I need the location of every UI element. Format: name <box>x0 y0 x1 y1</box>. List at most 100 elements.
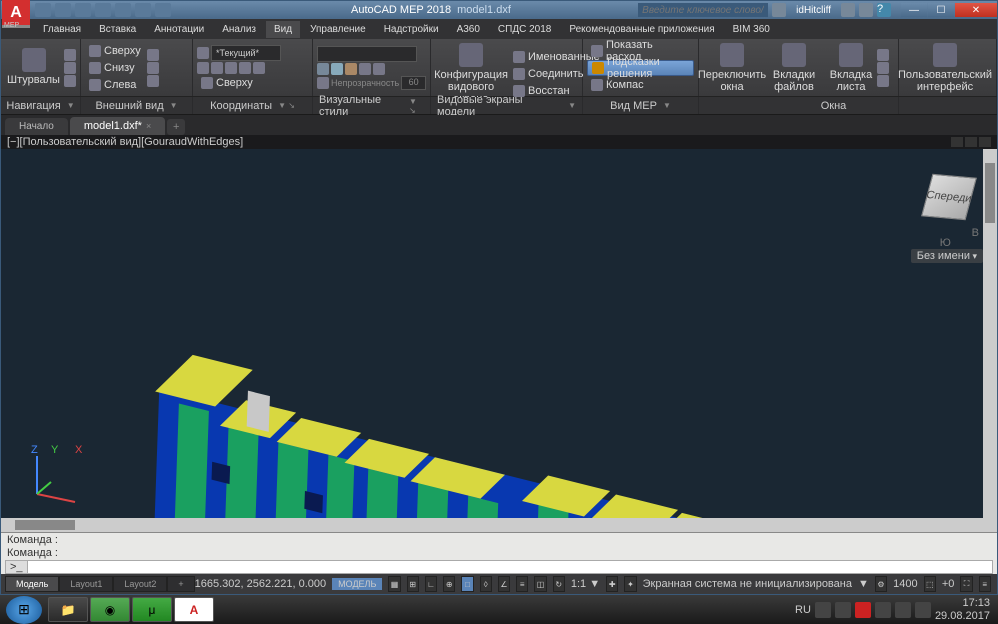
panel-windows[interactable]: Окна <box>699 97 899 114</box>
panel-model-viewports[interactable]: Видовые экраны модели▼ <box>431 97 583 114</box>
steering-wheels-button[interactable]: Штурвалы <box>5 41 62 94</box>
tray-icon-1[interactable] <box>815 602 831 618</box>
qat-save-icon[interactable] <box>75 3 91 17</box>
scale-readout[interactable]: 1:1 ▼ <box>571 578 600 590</box>
tab-spds[interactable]: СПДС 2018 <box>490 21 559 38</box>
vp-min-icon[interactable] <box>951 137 963 147</box>
maximize-button[interactable]: ☐ <box>928 3 954 17</box>
qat-undo-icon[interactable] <box>135 3 151 17</box>
coord-icon-5[interactable] <box>253 62 265 74</box>
polar-toggle[interactable]: ⊕ <box>443 576 455 592</box>
add-tab-button[interactable]: + <box>167 119 185 135</box>
tab-view[interactable]: Вид <box>266 21 300 38</box>
tab-insert[interactable]: Вставка <box>91 21 144 38</box>
tab-analyze[interactable]: Анализ <box>214 21 264 38</box>
tab-home[interactable]: Главная <box>35 21 89 38</box>
view-cube[interactable]: Спереди <box>919 167 979 227</box>
tray-volume-icon[interactable] <box>895 602 911 618</box>
panel-coordinates[interactable]: Координаты▼ ↘ <box>193 97 313 114</box>
ucs-icon-widget[interactable]: Z Y X <box>27 444 87 506</box>
coord-icon-2[interactable] <box>211 62 223 74</box>
help-icon[interactable]: ? <box>877 3 891 17</box>
cycling-toggle[interactable]: ↻ <box>553 576 565 592</box>
close-tab-icon[interactable]: × <box>146 121 151 131</box>
tile-v-icon[interactable] <box>877 62 889 74</box>
tray-network-icon[interactable] <box>875 602 891 618</box>
vp-max-icon[interactable] <box>965 137 977 147</box>
cloud-icon[interactable] <box>859 3 873 17</box>
model-space-badge[interactable]: МОДЕЛЬ <box>332 578 382 590</box>
task-utorrent[interactable]: μ <box>132 597 172 622</box>
solution-tips-button[interactable]: Подсказки решения <box>587 60 694 76</box>
compass-button[interactable]: Компас <box>587 77 694 93</box>
task-explorer[interactable]: 📁 <box>48 597 88 622</box>
vertical-scrollbar[interactable] <box>983 149 997 532</box>
tray-lang[interactable]: RU <box>795 604 811 616</box>
task-chrome[interactable]: ◉ <box>90 597 130 622</box>
ortho-toggle[interactable]: ∟ <box>425 576 437 592</box>
zoom-icon[interactable] <box>64 75 76 87</box>
file-tabs-button[interactable]: Вкладки файлов <box>763 41 825 95</box>
gizmo-toggle[interactable]: ✦ <box>624 576 636 592</box>
panel-appearance[interactable]: Внешний вид▼ <box>81 97 193 114</box>
coord-icon-1[interactable] <box>197 62 209 74</box>
opacity-value[interactable]: 60 <box>401 76 426 90</box>
vp-close-icon[interactable] <box>979 137 991 147</box>
view-top-button[interactable]: Сверху <box>85 43 145 59</box>
view-cube-compass[interactable]: В Ю <box>919 227 979 249</box>
view-icon-3[interactable] <box>147 75 159 87</box>
search-input[interactable] <box>638 3 768 17</box>
hw-accel-icon[interactable]: ⚙ <box>875 576 887 592</box>
tab-addins[interactable]: Надстройки <box>376 21 447 38</box>
qat-open-icon[interactable] <box>55 3 71 17</box>
coord-icon-4[interactable] <box>239 62 251 74</box>
orbit-icon[interactable] <box>64 62 76 74</box>
visual-style-dropdown[interactable] <box>317 46 417 62</box>
view-icon-2[interactable] <box>147 62 159 74</box>
vs-icon-4[interactable] <box>359 63 371 75</box>
coord-icon-3[interactable] <box>225 62 237 74</box>
3dosnap-toggle[interactable]: ◊ <box>480 576 492 592</box>
user-interface-button[interactable]: Пользовательский интерфейс <box>903 41 987 95</box>
user-name[interactable]: idHitcliff <box>796 5 831 16</box>
layout-tab-2[interactable]: Layout2 <box>113 576 167 592</box>
task-autocad[interactable]: A <box>174 597 214 622</box>
layout-tab-model[interactable]: Модель <box>5 576 59 592</box>
qat-saveas-icon[interactable] <box>95 3 111 17</box>
grid-toggle[interactable]: ▦ <box>388 576 400 592</box>
view-name-badge[interactable]: Без имени ▾ <box>911 249 983 263</box>
tile-h-icon[interactable] <box>877 49 889 61</box>
view-icon-1[interactable] <box>147 49 159 61</box>
snap-toggle[interactable]: ⊞ <box>407 576 419 592</box>
cascade-icon[interactable] <box>877 75 889 87</box>
layout-tab-1[interactable]: Layout1 <box>59 576 113 592</box>
switch-windows-button[interactable]: Переключить окна <box>703 41 761 95</box>
otrack-toggle[interactable]: ∠ <box>498 576 510 592</box>
tab-bim360[interactable]: BIM 360 <box>725 21 778 38</box>
horizontal-scrollbar[interactable] <box>1 518 983 532</box>
vs-icon-1[interactable] <box>317 63 329 75</box>
view-left-button[interactable]: Слева <box>85 77 145 93</box>
customize-icon[interactable]: ≡ <box>979 576 991 592</box>
transparency-toggle[interactable]: ◫ <box>534 576 546 592</box>
tab-manage[interactable]: Управление <box>302 21 374 38</box>
tab-featured[interactable]: Рекомендованные приложения <box>561 21 722 38</box>
tab-annotate[interactable]: Аннотации <box>146 21 212 38</box>
doc-tab-start[interactable]: Начало <box>5 118 68 135</box>
osnap-toggle[interactable]: □ <box>461 576 473 592</box>
vs-icon-3[interactable] <box>345 63 357 75</box>
qat-redo-icon[interactable] <box>155 3 171 17</box>
signin-icon[interactable] <box>772 3 786 17</box>
drawing-viewport[interactable]: Z Y X Спереди В Ю Без имени ▾ <box>1 149 997 532</box>
viewport-controls-label[interactable]: [−][Пользовательский вид][GouraudWithEdg… <box>7 136 243 148</box>
panel-mep-view[interactable]: Вид MEP▼ <box>583 97 699 114</box>
close-button[interactable]: ✕ <box>955 3 997 17</box>
panel-visual-styles[interactable]: Визуальные стили▼ ↘ <box>313 97 431 114</box>
layout-tabs-button[interactable]: Вкладка листа <box>827 41 875 95</box>
anno-toggle[interactable]: ✚ <box>606 576 618 592</box>
clean-screen-icon[interactable]: ⛶ <box>960 576 972 592</box>
start-button[interactable]: ⊞ <box>6 596 42 624</box>
vs-icon-5[interactable] <box>373 63 385 75</box>
command-input[interactable] <box>28 562 992 573</box>
current-ucs-dropdown[interactable]: *Текущий* <box>211 45 281 61</box>
